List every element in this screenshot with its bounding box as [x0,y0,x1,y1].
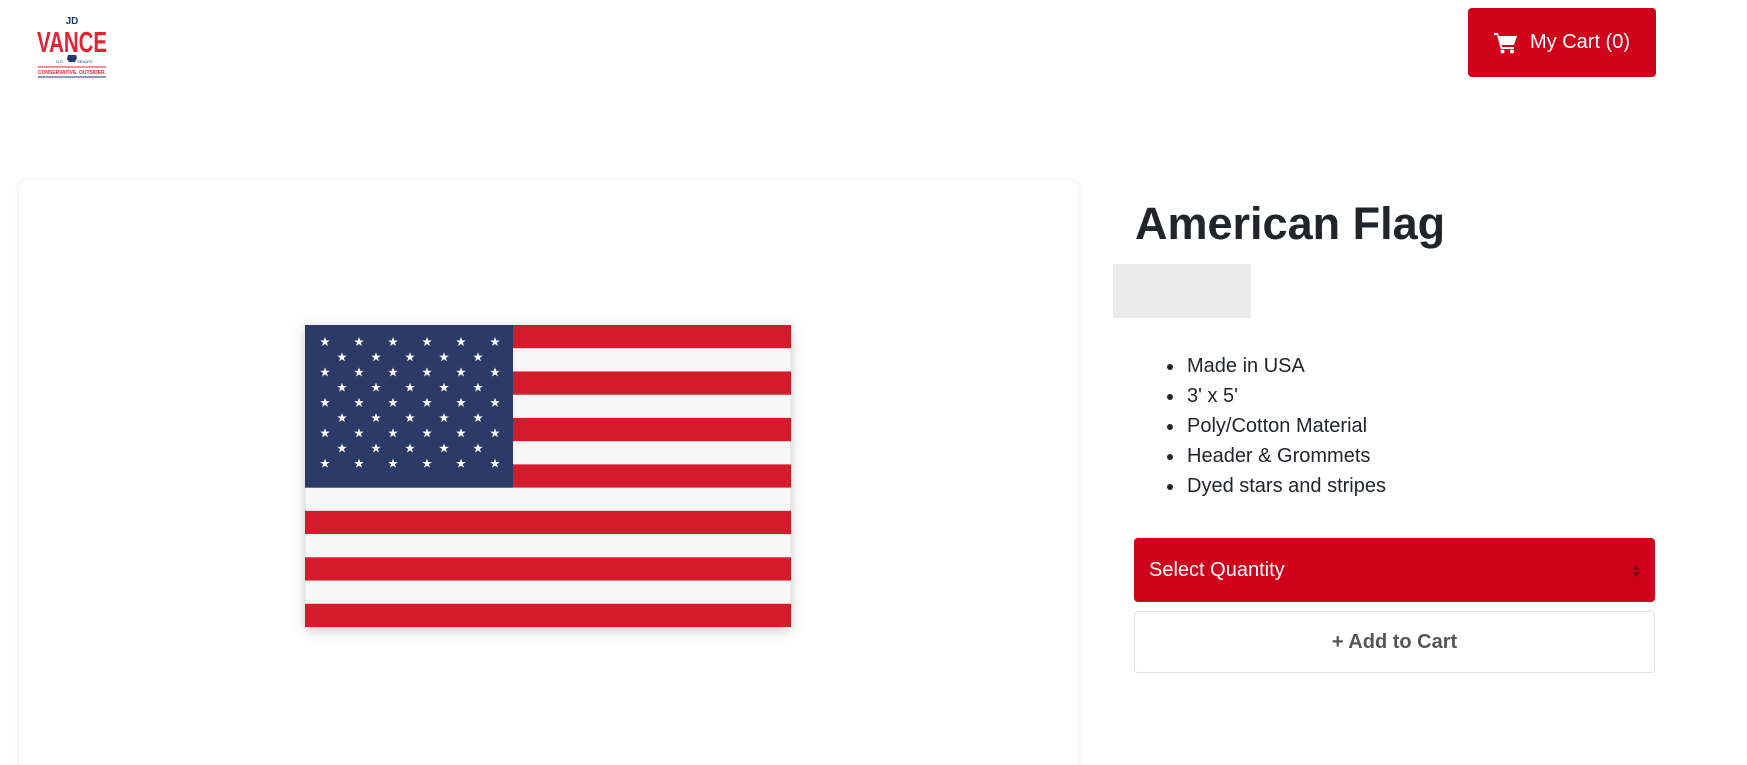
my-cart-label: My Cart (0) [1530,31,1630,53]
feature-item: 3' x 5' [1185,381,1386,411]
product-image [304,324,792,628]
sort-arrows-icon [1631,562,1641,578]
american-flag-image [304,324,792,628]
ohio-state-icon [67,55,77,62]
feature-item: Poly/Cotton Material [1185,411,1386,441]
feature-list: Made in USA 3' x 5' Poly/Cotton Material… [1185,351,1386,501]
feature-item: Dyed stars and stripes [1185,471,1386,501]
feature-item: Header & Grommets [1185,441,1386,471]
shopping-cart-icon [1494,32,1518,54]
add-to-cart-button[interactable]: + Add to Cart [1134,611,1655,673]
logo-office-right: SENATE [77,59,93,64]
feature-item: Made in USA [1185,351,1386,381]
logo-name: VANCE [37,27,107,59]
logo-tagline: CONSERVATIVE. OUTSIDER. [38,70,106,76]
logo-office-left: U.S. [56,59,64,64]
logo[interactable]: JD VANCE U.S. SENATE CONSERVATIVE. OUTSI… [36,14,108,82]
quantity-select[interactable]: Select Quantity [1134,538,1655,602]
my-cart-button[interactable]: My Cart (0) [1468,8,1656,77]
price-placeholder [1113,264,1251,318]
product-title: American Flag [1135,198,1446,249]
quantity-select-label: Select Quantity [1149,558,1285,581]
logo-small-text: JD [66,16,79,27]
